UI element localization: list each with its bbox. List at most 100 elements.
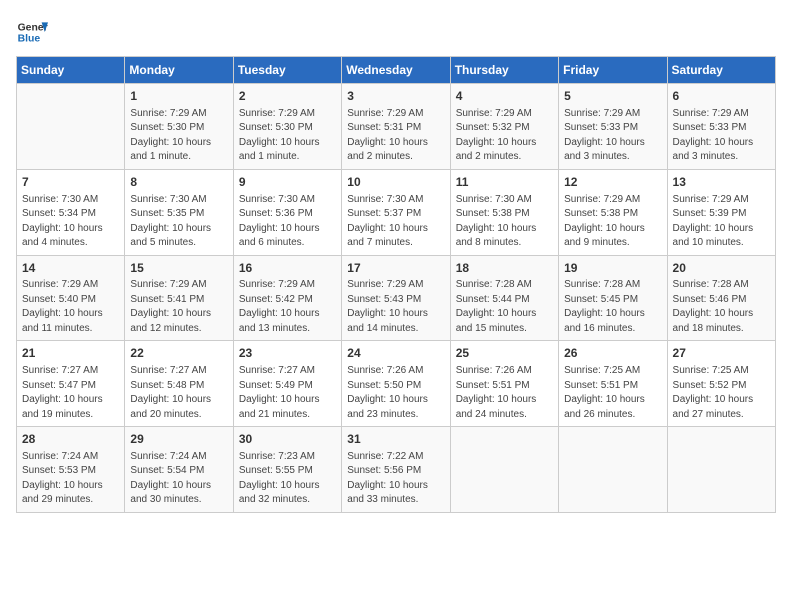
day-info: Sunrise: 7:29 AMSunset: 5:42 PMDaylight:… [239,278,336,336]
day-info: Sunrise: 7:29 AMSunset: 5:40 PMDaylight:… [22,278,119,336]
day-info: Sunrise: 7:27 AMSunset: 5:49 PMDaylight:… [239,364,336,422]
calendar-cell: 1 Sunrise: 7:29 AMSunset: 5:30 PMDaylight… [125,84,233,170]
day-number: 16 [239,260,336,277]
weekday-monday: Monday [125,57,233,84]
day-info: Sunrise: 7:30 AMSunset: 5:35 PMDaylight:… [130,193,227,251]
day-number: 1 [130,88,227,105]
day-info: Sunrise: 7:29 AMSunset: 5:32 PMDaylight:… [456,107,553,165]
calendar-cell: 6 Sunrise: 7:29 AMSunset: 5:33 PMDaylight… [667,84,775,170]
calendar-cell: 8 Sunrise: 7:30 AMSunset: 5:35 PMDaylight… [125,169,233,255]
calendar-cell: 9 Sunrise: 7:30 AMSunset: 5:36 PMDaylight… [233,169,341,255]
calendar-cell: 13 Sunrise: 7:29 AMSunset: 5:39 PMDayligh… [667,169,775,255]
calendar-cell: 29 Sunrise: 7:24 AMSunset: 5:54 PMDayligh… [125,427,233,513]
calendar-cell [17,84,125,170]
day-number: 9 [239,174,336,191]
calendar-cell: 22 Sunrise: 7:27 AMSunset: 5:48 PMDayligh… [125,341,233,427]
day-info: Sunrise: 7:28 AMSunset: 5:45 PMDaylight:… [564,278,661,336]
day-number: 21 [22,345,119,362]
calendar-cell [667,427,775,513]
day-info: Sunrise: 7:22 AMSunset: 5:56 PMDaylight:… [347,450,444,508]
day-number: 24 [347,345,444,362]
calendar-cell: 7Sunrise: 7:30 AMSunset: 5:34 PMDaylight… [17,169,125,255]
day-number: 15 [130,260,227,277]
day-number: 27 [673,345,770,362]
day-info: Sunrise: 7:29 AMSunset: 5:30 PMDaylight:… [130,107,227,165]
calendar-week-2: 14Sunrise: 7:29 AMSunset: 5:40 PMDayligh… [17,255,776,341]
logo-icon: General Blue [16,16,48,48]
day-info: Sunrise: 7:25 AMSunset: 5:52 PMDaylight:… [673,364,770,422]
day-number: 29 [130,431,227,448]
calendar-week-0: 1 Sunrise: 7:29 AMSunset: 5:30 PMDaylight… [17,84,776,170]
day-info: Sunrise: 7:28 AMSunset: 5:44 PMDaylight:… [456,278,553,336]
calendar-cell: 28 Sunrise: 7:24 AMSunset: 5:53 PMDayligh… [17,427,125,513]
day-number: 3 [347,88,444,105]
day-info: Sunrise: 7:29 AMSunset: 5:38 PMDaylight:… [564,193,661,251]
day-info: Sunrise: 7:27 AMSunset: 5:47 PMDaylight:… [22,364,119,422]
day-number: 28 [22,431,119,448]
day-number: 12 [564,174,661,191]
calendar-cell: 30 Sunrise: 7:23 AMSunset: 5:55 PMDayligh… [233,427,341,513]
day-number: 6 [673,88,770,105]
calendar-cell: 2 Sunrise: 7:29 AMSunset: 5:30 PMDaylight… [233,84,341,170]
weekday-saturday: Saturday [667,57,775,84]
day-number: 17 [347,260,444,277]
day-number: 14 [22,260,119,277]
calendar-cell: 4Sunrise: 7:29 AMSunset: 5:32 PMDaylight… [450,84,558,170]
day-info: Sunrise: 7:25 AMSunset: 5:51 PMDaylight:… [564,364,661,422]
calendar-cell: 27 Sunrise: 7:25 AMSunset: 5:52 PMDayligh… [667,341,775,427]
day-info: Sunrise: 7:29 AMSunset: 5:31 PMDaylight:… [347,107,444,165]
weekday-thursday: Thursday [450,57,558,84]
day-info: Sunrise: 7:23 AMSunset: 5:55 PMDaylight:… [239,450,336,508]
calendar-cell: 10Sunrise: 7:30 AMSunset: 5:37 PMDayligh… [342,169,450,255]
weekday-sunday: Sunday [17,57,125,84]
calendar-week-4: 28 Sunrise: 7:24 AMSunset: 5:53 PMDayligh… [17,427,776,513]
svg-text:Blue: Blue [18,34,41,45]
calendar-cell: 20Sunrise: 7:28 AMSunset: 5:46 PMDayligh… [667,255,775,341]
calendar-cell: 3 Sunrise: 7:29 AMSunset: 5:31 PMDaylight… [342,84,450,170]
day-number: 20 [673,260,770,277]
calendar-cell: 24 Sunrise: 7:26 AMSunset: 5:50 PMDayligh… [342,341,450,427]
day-info: Sunrise: 7:24 AMSunset: 5:53 PMDaylight:… [22,450,119,508]
day-number: 10 [347,174,444,191]
day-info: Sunrise: 7:29 AMSunset: 5:33 PMDaylight:… [564,107,661,165]
day-info: Sunrise: 7:24 AMSunset: 5:54 PMDaylight:… [130,450,227,508]
day-info: Sunrise: 7:29 AMSunset: 5:39 PMDaylight:… [673,193,770,251]
day-number: 25 [456,345,553,362]
day-number: 19 [564,260,661,277]
weekday-header-row: SundayMondayTuesdayWednesdayThursdayFrid… [17,57,776,84]
calendar-cell: 17Sunrise: 7:29 AMSunset: 5:43 PMDayligh… [342,255,450,341]
day-info: Sunrise: 7:29 AMSunset: 5:30 PMDaylight:… [239,107,336,165]
day-number: 2 [239,88,336,105]
day-number: 11 [456,174,553,191]
calendar-cell: 23 Sunrise: 7:27 AMSunset: 5:49 PMDayligh… [233,341,341,427]
day-number: 26 [564,345,661,362]
day-info: Sunrise: 7:30 AMSunset: 5:34 PMDaylight:… [22,193,119,251]
day-info: Sunrise: 7:30 AMSunset: 5:36 PMDaylight:… [239,193,336,251]
day-number: 22 [130,345,227,362]
calendar-cell: 15Sunrise: 7:29 AMSunset: 5:41 PMDayligh… [125,255,233,341]
day-number: 23 [239,345,336,362]
day-info: Sunrise: 7:30 AMSunset: 5:38 PMDaylight:… [456,193,553,251]
day-info: Sunrise: 7:26 AMSunset: 5:51 PMDaylight:… [456,364,553,422]
calendar-cell: 14Sunrise: 7:29 AMSunset: 5:40 PMDayligh… [17,255,125,341]
page-header: General Blue [16,16,776,48]
day-number: 13 [673,174,770,191]
calendar-cell: 11 Sunrise: 7:30 AMSunset: 5:38 PMDayligh… [450,169,558,255]
day-info: Sunrise: 7:29 AMSunset: 5:33 PMDaylight:… [673,107,770,165]
day-number: 30 [239,431,336,448]
calendar-week-1: 7Sunrise: 7:30 AMSunset: 5:34 PMDaylight… [17,169,776,255]
calendar-cell: 25 Sunrise: 7:26 AMSunset: 5:51 PMDayligh… [450,341,558,427]
calendar-week-3: 21 Sunrise: 7:27 AMSunset: 5:47 PMDayligh… [17,341,776,427]
day-info: Sunrise: 7:29 AMSunset: 5:43 PMDaylight:… [347,278,444,336]
weekday-tuesday: Tuesday [233,57,341,84]
day-number: 8 [130,174,227,191]
logo: General Blue [16,16,48,48]
day-info: Sunrise: 7:26 AMSunset: 5:50 PMDaylight:… [347,364,444,422]
day-number: 5 [564,88,661,105]
calendar-cell [450,427,558,513]
calendar-cell: 12 Sunrise: 7:29 AMSunset: 5:38 PMDayligh… [559,169,667,255]
calendar-cell: 31 Sunrise: 7:22 AMSunset: 5:56 PMDayligh… [342,427,450,513]
day-number: 31 [347,431,444,448]
day-info: Sunrise: 7:27 AMSunset: 5:48 PMDaylight:… [130,364,227,422]
calendar-cell: 16Sunrise: 7:29 AMSunset: 5:42 PMDayligh… [233,255,341,341]
